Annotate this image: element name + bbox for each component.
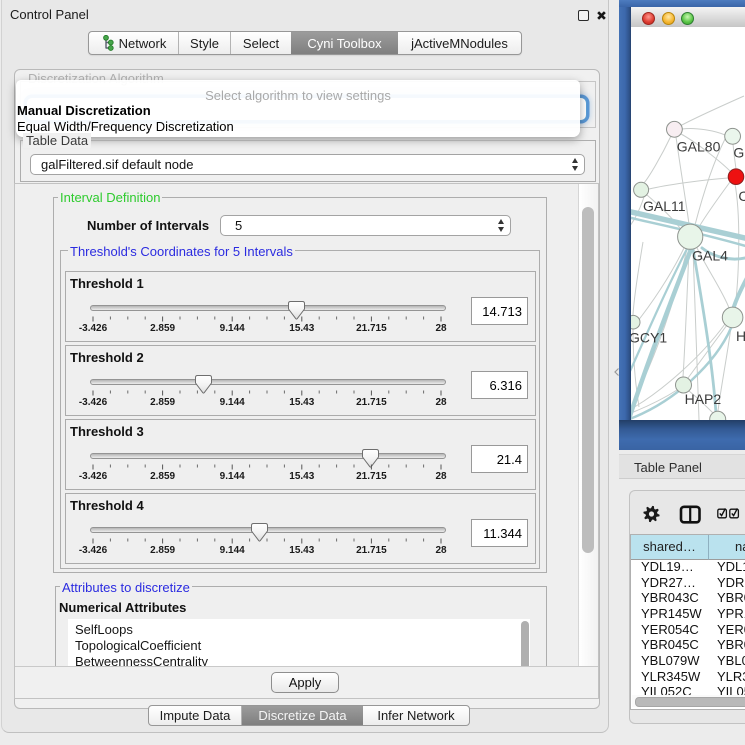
svg-text:G.: G.	[733, 145, 745, 161]
svg-text:H: H	[736, 328, 745, 344]
svg-text:HAP2: HAP2	[685, 391, 722, 407]
svg-text:GCY1: GCY1	[631, 330, 667, 346]
svg-text:GAL80: GAL80	[677, 139, 721, 155]
svg-text:GAL4: GAL4	[692, 248, 728, 264]
svg-text:GAL11: GAL11	[643, 198, 686, 214]
svg-text:C: C	[738, 188, 745, 204]
